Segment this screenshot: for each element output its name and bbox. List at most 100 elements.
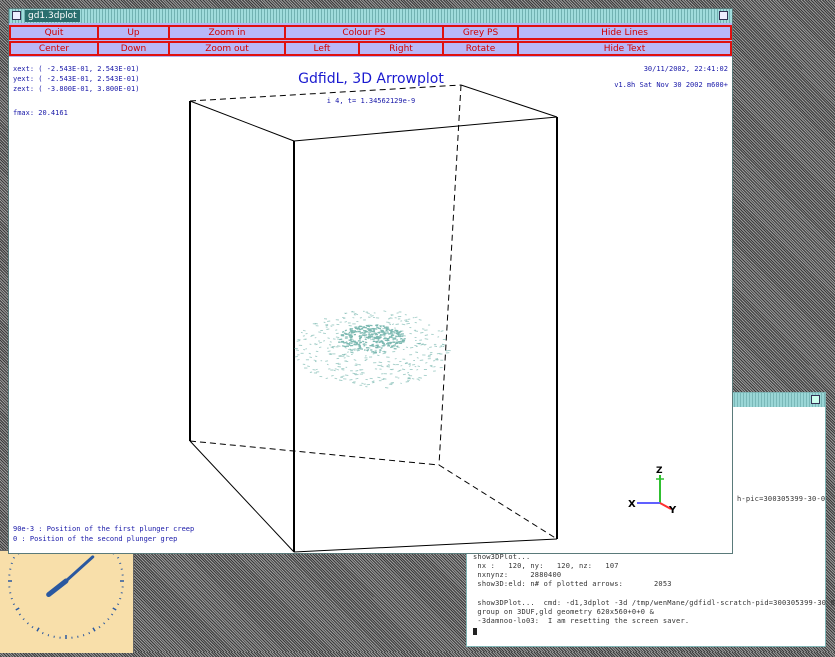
- clock-tick: [19, 614, 21, 615]
- clock-tick: [83, 634, 84, 636]
- field-arrow: [334, 370, 336, 371]
- field-arrow: [328, 338, 330, 339]
- hide-text-button[interactable]: Hide Text: [517, 41, 732, 56]
- colour-ps-button[interactable]: Colour PS: [284, 25, 444, 40]
- field-arrow: [392, 332, 395, 333]
- field-arrow: [354, 327, 357, 328]
- field-arrow: [379, 336, 381, 337]
- field-arrow: [337, 346, 340, 347]
- field-arrow: [351, 332, 354, 333]
- plot-svg[interactable]: xext: ( -2.543E-01, 2.543E-01) yext: ( -…: [9, 57, 732, 553]
- field-arrow: [354, 360, 356, 361]
- field-arrow: [393, 364, 396, 365]
- clock-tick: [117, 557, 119, 558]
- field-arrow: [351, 331, 353, 332]
- field-arrow: [376, 327, 378, 328]
- clock-widget: [0, 550, 134, 653]
- field-arrow: [391, 315, 393, 316]
- field-arrow: [331, 326, 333, 327]
- field-arrow: [295, 356, 298, 357]
- clock-tick: [99, 626, 100, 628]
- field-arrow: [365, 359, 367, 360]
- clock-tick: [13, 604, 15, 605]
- window-menu-icon[interactable]: [12, 11, 21, 20]
- field-arrow: [414, 345, 417, 346]
- field-arrow: [400, 383, 402, 384]
- plot-note-1: 90e-3 : Position of the first plunger cr…: [13, 525, 194, 533]
- field-arrow: [365, 335, 367, 336]
- field-arrow: [344, 333, 347, 334]
- arrow-field: [295, 311, 451, 388]
- field-arrow: [406, 323, 410, 324]
- field-arrow: [349, 343, 353, 344]
- field-arrow: [327, 364, 329, 365]
- field-arrow: [377, 355, 379, 356]
- window-titlebar[interactable]: gd1.3dplot: [9, 9, 732, 23]
- terminal-line: group on 3DUF,gld geometry 620x560+0+0 &: [473, 608, 654, 617]
- field-arrow: [347, 344, 350, 345]
- down-button[interactable]: Down: [97, 41, 170, 56]
- field-arrow: [406, 382, 409, 383]
- field-arrow: [416, 370, 418, 371]
- terminal-line: h-pic=300305399-30-0: [737, 495, 825, 504]
- field-arrow: [329, 354, 332, 355]
- clock-hour-hand: [49, 581, 66, 595]
- field-arrow: [388, 334, 390, 335]
- field-arrow: [406, 347, 408, 348]
- field-arrow: [307, 366, 310, 367]
- field-arrow: [355, 364, 357, 365]
- field-arrow: [342, 346, 345, 347]
- field-arrow: [363, 344, 366, 345]
- terminal-line: show3DPlot... cmd: -d1,3dplot -3d /tmp/w…: [473, 599, 835, 608]
- left-button[interactable]: Left: [284, 41, 360, 56]
- field-arrow: [359, 329, 361, 330]
- rotate-button[interactable]: Rotate: [442, 41, 519, 56]
- field-arrow: [439, 347, 442, 348]
- field-arrow: [430, 365, 433, 366]
- field-arrow: [373, 381, 375, 382]
- field-arrow: [303, 336, 305, 337]
- field-arrow: [383, 353, 386, 354]
- hide-lines-button[interactable]: Hide Lines: [517, 25, 732, 40]
- field-arrow: [419, 320, 422, 321]
- field-arrow: [419, 378, 422, 379]
- grey-ps-button[interactable]: Grey PS: [442, 25, 519, 40]
- field-arrow: [379, 362, 382, 363]
- right-button[interactable]: Right: [358, 41, 444, 56]
- clock-tick: [37, 628, 39, 631]
- field-arrow: [356, 314, 358, 315]
- field-arrow: [386, 328, 389, 329]
- clock-tick: [32, 626, 33, 628]
- field-arrow: [313, 370, 316, 371]
- field-arrow: [377, 332, 380, 333]
- field-arrow: [348, 349, 351, 350]
- plot-title: GdfidL, 3D Arrowplot: [298, 71, 444, 87]
- zoom-in-button[interactable]: Zoom in: [168, 25, 286, 40]
- field-arrow: [310, 357, 312, 358]
- center-button[interactable]: Center: [9, 41, 99, 56]
- clock-tick: [16, 608, 19, 610]
- terminal-close-icon[interactable]: [811, 395, 820, 404]
- field-arrow: [380, 326, 382, 327]
- window-close-icon[interactable]: [719, 11, 728, 20]
- up-button[interactable]: Up: [97, 25, 170, 40]
- field-arrow: [391, 346, 394, 347]
- field-arrow: [345, 322, 347, 323]
- field-arrow: [323, 341, 325, 342]
- field-arrow: [337, 370, 339, 371]
- field-arrow: [323, 333, 326, 334]
- plot-canvas[interactable]: xext: ( -2.543E-01, 2.543E-01) yext: ( -…: [9, 57, 732, 553]
- field-arrow: [445, 351, 447, 352]
- axis-y-label: Y: [668, 505, 677, 516]
- bounding-box: [190, 85, 557, 552]
- quit-button[interactable]: Quit: [9, 25, 99, 40]
- field-arrow: [387, 345, 390, 346]
- field-arrow: [377, 365, 380, 366]
- field-arrow: [403, 374, 406, 375]
- field-arrow: [336, 337, 339, 338]
- axis-x-label: X: [628, 499, 636, 510]
- field-arrow: [335, 330, 337, 331]
- zoom-out-button[interactable]: Zoom out: [168, 41, 286, 56]
- clock-tick: [89, 632, 90, 634]
- arrowplot-window[interactable]: gd1.3dplot Quit Up Zoom in Colour PS Gre…: [8, 8, 733, 554]
